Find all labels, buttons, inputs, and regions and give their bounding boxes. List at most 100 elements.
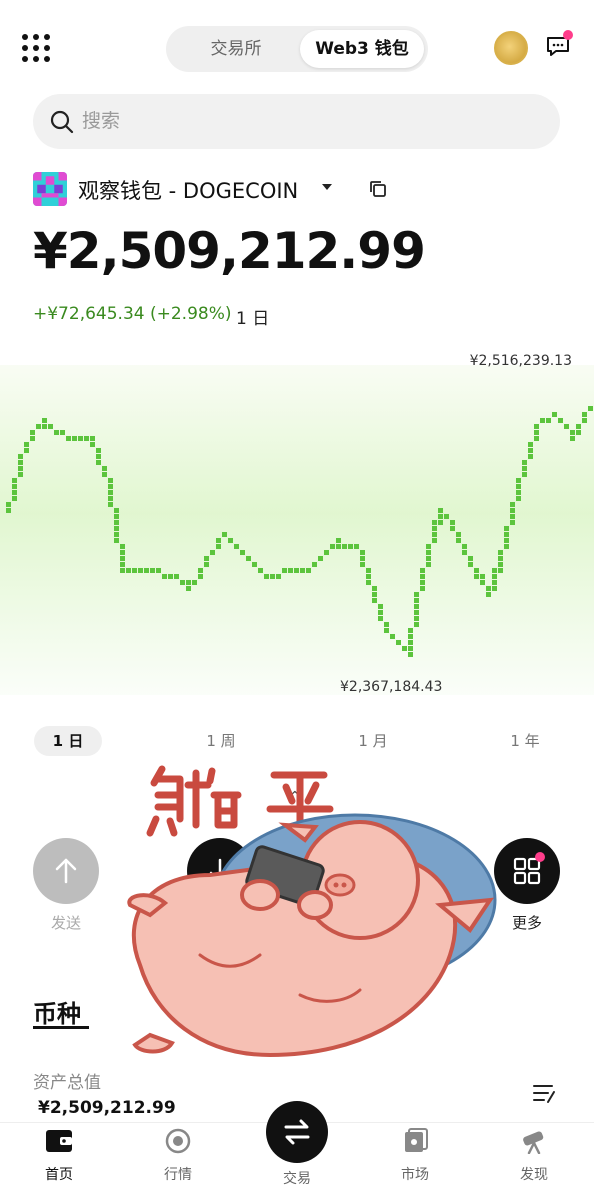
wallet-avatar-icon (33, 172, 67, 206)
chart-point (444, 514, 449, 519)
chart-point (114, 538, 119, 543)
chart-point (390, 634, 395, 639)
chart-point (426, 556, 431, 561)
chart-point (60, 430, 65, 435)
chart-point (492, 568, 497, 573)
chart-point (438, 514, 443, 519)
chart-point (426, 562, 431, 567)
chart-point (534, 424, 539, 429)
chart-point (522, 460, 527, 465)
copy-icon[interactable] (369, 180, 387, 198)
nav-home[interactable]: 首页 (19, 1128, 99, 1184)
chart-point (24, 442, 29, 447)
chart-point (486, 586, 491, 591)
trade-button[interactable] (266, 1101, 328, 1163)
chevron-down-icon[interactable] (322, 184, 332, 190)
search-input[interactable] (82, 104, 522, 140)
chart-point (114, 514, 119, 519)
chart-point (510, 508, 515, 513)
chart-point (84, 436, 89, 441)
chart-point (570, 436, 575, 441)
chart-point (108, 496, 113, 501)
nav-home-label: 首页 (45, 1167, 73, 1183)
chart-point (96, 460, 101, 465)
chart-point (336, 538, 341, 543)
chart-point (12, 496, 17, 501)
chart-point (498, 550, 503, 555)
period-tab-1y[interactable]: 1 年 (500, 726, 550, 756)
period-tab-1w[interactable]: 1 周 (196, 726, 246, 756)
chart-point (12, 484, 17, 489)
chart-point (258, 568, 263, 573)
chart-point (516, 496, 521, 501)
chart-point (120, 568, 125, 573)
chart-point (252, 562, 257, 567)
chart-point (288, 568, 293, 573)
chart-point (354, 544, 359, 549)
chart-point (432, 538, 437, 543)
chart-point (420, 574, 425, 579)
chart-point (534, 436, 539, 441)
chart-point (558, 418, 563, 423)
chart-point (450, 526, 455, 531)
wallet-icon (46, 1130, 72, 1152)
balance-line-chart[interactable] (0, 340, 594, 710)
chart-point (216, 544, 221, 549)
chart-point (120, 550, 125, 555)
chart-point (384, 628, 389, 633)
period-tab-1m[interactable]: 1 月 (348, 726, 398, 756)
total-assets-label: 资产总值 (33, 1073, 101, 1093)
nav-market-label: 行情 (164, 1167, 192, 1183)
search-icon (50, 110, 74, 134)
send-button[interactable] (33, 838, 99, 904)
tokens-tab[interactable]: 币种 (33, 994, 81, 1029)
chart-point (372, 586, 377, 591)
chart-point (204, 556, 209, 561)
nav-market[interactable]: 行情 (138, 1128, 218, 1184)
chart-point (450, 520, 455, 525)
chart-point (348, 544, 353, 549)
nav-marketplace[interactable]: 市场 (375, 1128, 455, 1184)
chart-point (126, 568, 131, 573)
profile-avatar-icon[interactable] (494, 31, 528, 65)
wallet-name[interactable]: 观察钱包 - DOGECOIN (78, 175, 298, 205)
chart-point (120, 556, 125, 561)
chart-point (420, 568, 425, 573)
chart-point (30, 430, 35, 435)
chart-point (360, 562, 365, 567)
period-tab-1d[interactable]: 1 日 (34, 726, 102, 756)
chart-point (366, 580, 371, 585)
chart-point (576, 424, 581, 429)
chart-point (516, 490, 521, 495)
chart-point (414, 610, 419, 615)
nav-discover-label: 发现 (520, 1167, 548, 1183)
exchange-wallet-switch: 交易所 Web3 钱包 (166, 26, 428, 72)
chart-point (528, 442, 533, 447)
chart-point (360, 550, 365, 555)
chart-point (138, 568, 143, 573)
chart-point (522, 466, 527, 471)
total-balance: ¥2,509,212.99 (33, 222, 426, 280)
arrow-up-icon (55, 858, 77, 884)
chart-point (6, 502, 11, 507)
chart-point (552, 412, 557, 417)
chart-point (222, 532, 227, 537)
chart-point (402, 646, 407, 651)
tab-web3-wallet[interactable]: Web3 钱包 (300, 30, 424, 68)
chart-point (312, 562, 317, 567)
chart-point (42, 418, 47, 423)
chart-point (528, 448, 533, 453)
chart-point (432, 532, 437, 537)
chart-point (276, 574, 281, 579)
total-assets-value: ¥2,509,212.99 (38, 1098, 176, 1118)
chart-point (198, 568, 203, 573)
nav-discover[interactable]: 发现 (494, 1128, 574, 1184)
chart-point (192, 580, 197, 585)
chart-point (582, 412, 587, 417)
chart-point (360, 556, 365, 561)
tab-exchange[interactable]: 交易所 (172, 30, 300, 68)
sort-icon[interactable] (532, 1082, 556, 1104)
apps-grid-icon[interactable] (22, 34, 50, 62)
chart-point (576, 430, 581, 435)
chart-point (516, 478, 521, 483)
